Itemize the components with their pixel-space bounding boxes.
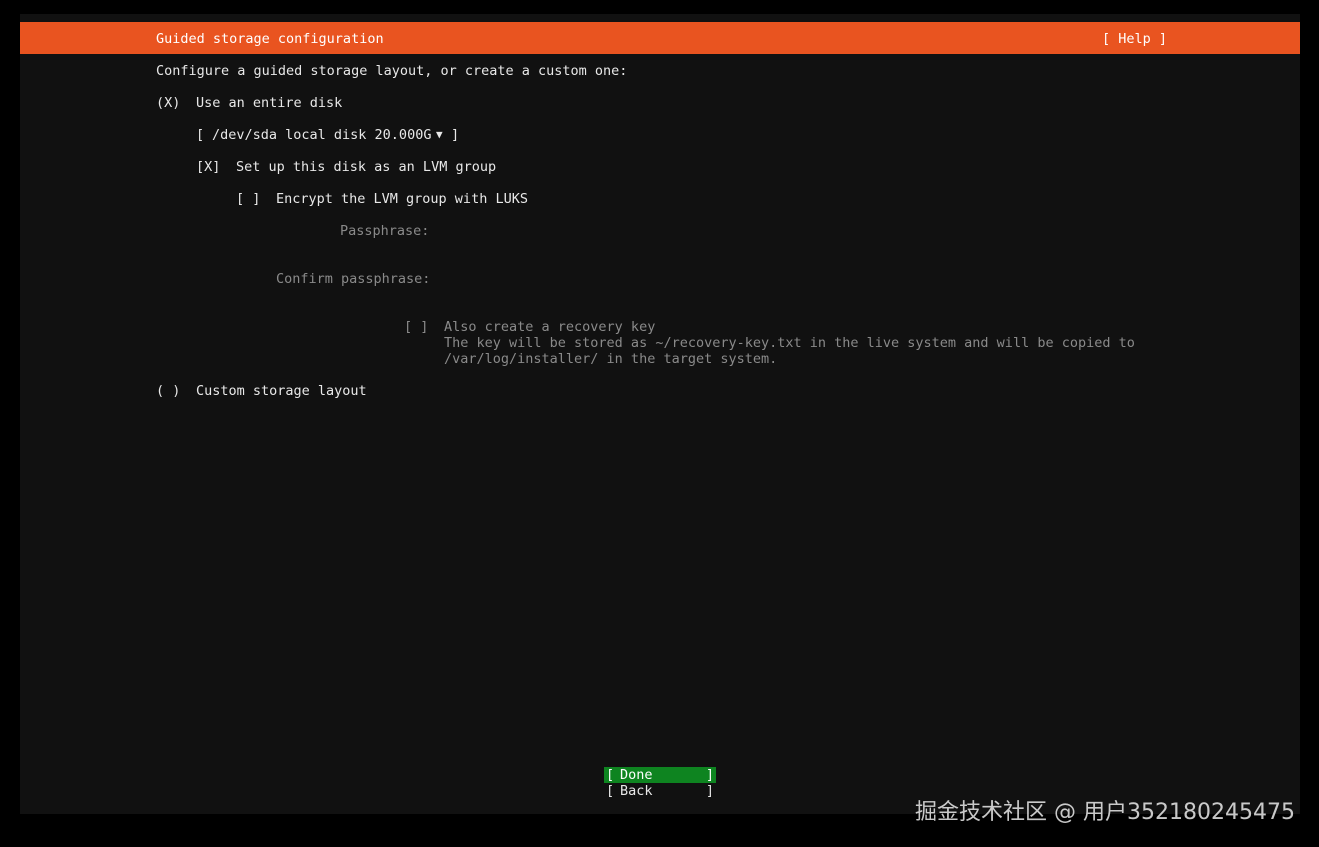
lvm-checkbox-label: Set up this disk as an LVM group (236, 159, 497, 175)
help-button[interactable]: [ Help ] (1102, 31, 1167, 47)
custom-layout-radio-mark[interactable]: ( ) (156, 383, 180, 399)
recovery-key-help-line-2: /var/log/installer/ in the target system… (444, 351, 778, 367)
recovery-key-label: Also create a recovery key (444, 319, 656, 335)
passphrase-field[interactable] (444, 223, 844, 239)
entire-disk-radio-mark[interactable]: (X) (156, 95, 180, 111)
disk-select-value[interactable]: /dev/sda local disk 20.000G (212, 127, 431, 143)
done-button-close-bracket: ] (705, 767, 714, 783)
back-button-open-bracket: [ (606, 783, 615, 799)
back-button-label: Back (620, 783, 653, 799)
confirm-passphrase-label: Confirm passphrase: (276, 271, 431, 287)
encrypt-checkbox-mark[interactable]: [ ] (236, 191, 260, 207)
recovery-key-help-line-1: The key will be stored as ~/recovery-key… (444, 335, 1135, 351)
disk-select-close-bracket: ] (451, 127, 460, 143)
watermark: 掘金技术社区 @ 用户352180245475 (915, 800, 1295, 825)
custom-layout-label: Custom storage layout (196, 383, 367, 399)
recovery-key-checkbox-mark[interactable]: [ ] (404, 319, 428, 335)
disk-select-open-bracket: [ (196, 127, 205, 143)
back-button[interactable]: [ Back ] (604, 783, 716, 799)
passphrase-label: Passphrase: (340, 223, 430, 239)
done-button[interactable]: [ Done ] (604, 767, 716, 783)
page-title: Guided storage configuration (156, 31, 384, 47)
done-button-label: Done (620, 767, 653, 783)
chevron-down-icon[interactable]: ▼ (436, 127, 443, 143)
back-button-close-bracket: ] (705, 783, 714, 799)
confirm-passphrase-field[interactable] (444, 271, 844, 287)
encrypt-checkbox-label: Encrypt the LVM group with LUKS (276, 191, 528, 207)
lvm-checkbox-mark[interactable]: [X] (196, 159, 220, 175)
intro-text: Configure a guided storage layout, or cr… (156, 63, 628, 79)
done-button-open-bracket: [ (606, 767, 615, 783)
entire-disk-label: Use an entire disk (196, 95, 343, 111)
